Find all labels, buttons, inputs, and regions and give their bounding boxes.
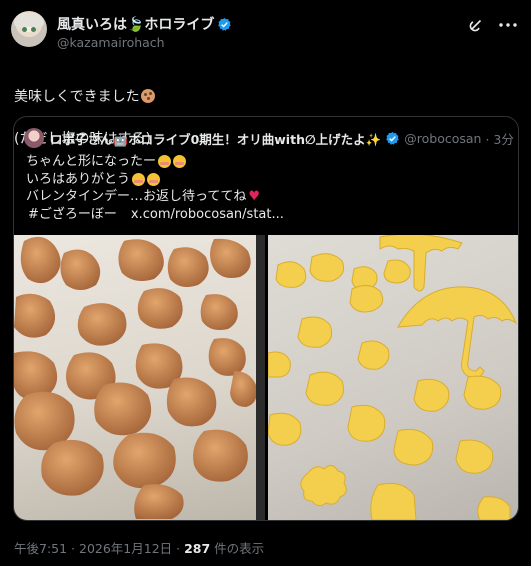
heart-icon: ♥ bbox=[248, 189, 261, 204]
blush-face-icon bbox=[173, 155, 187, 169]
tweet-timestamp[interactable]: 午後7:51 · 2026年1月12日 · bbox=[14, 541, 180, 556]
cookies-photo-baked[interactable] bbox=[14, 235, 265, 520]
view-count: 287 bbox=[184, 541, 211, 556]
quoted-tweet[interactable]: ロボ子さん🤖ホロライブ0期生！オリ曲with∅上げたよ✨ @robocosan … bbox=[13, 116, 519, 521]
view-label: 件の表示 bbox=[214, 541, 265, 556]
author-avatar[interactable] bbox=[11, 11, 47, 47]
quote-avatar[interactable] bbox=[24, 128, 44, 148]
quote-author-name[interactable]: ロボ子さん🤖ホロライブ0期生！オリ曲with∅上げたよ✨ bbox=[50, 129, 381, 148]
cookies-photo-unbaked[interactable] bbox=[268, 235, 518, 520]
quote-handle[interactable]: @robocosan bbox=[404, 131, 481, 146]
quote-hashtag[interactable]: #ござろーぼー bbox=[28, 206, 117, 224]
quote-line-1: ちゃんと形になったー bbox=[26, 154, 157, 169]
quote-media[interactable] bbox=[14, 235, 518, 520]
tweet-line-1: 美味しくできました bbox=[14, 89, 140, 105]
quote-header: ロボ子さん🤖ホロライブ0期生！オリ曲with∅上げたよ✨ @robocosan … bbox=[50, 129, 514, 148]
author-handle[interactable]: @kazamairohach bbox=[57, 35, 165, 50]
blush-face-icon bbox=[132, 172, 146, 186]
quote-time[interactable]: · 3分 bbox=[485, 129, 513, 148]
blush-face-icon bbox=[147, 172, 161, 186]
blush-face-icon bbox=[158, 155, 172, 169]
quote-line-3: バレンタインデー…お返し待っててね bbox=[26, 189, 247, 204]
author-name-row[interactable]: 風真いろは🍃ホロライブ bbox=[57, 14, 232, 34]
cookie-icon bbox=[140, 89, 155, 103]
verified-badge-icon bbox=[386, 131, 399, 145]
author-name[interactable]: 風真いろは🍃ホロライブ bbox=[57, 14, 214, 34]
tweet-footer: 午後7:51 · 2026年1月12日 · 287 件の表示 bbox=[14, 538, 264, 557]
grok-icon[interactable] bbox=[467, 16, 485, 34]
quote-text: ちゃんと形になったー いろはありがとう バレンタインデー…お返し待っててね ♥ #… bbox=[26, 153, 284, 223]
quote-line-2: いろはありがとう bbox=[26, 171, 131, 187]
quote-link[interactable]: x.com/robocosan/stat... bbox=[131, 206, 284, 224]
more-icon[interactable] bbox=[499, 16, 517, 34]
verified-badge-icon bbox=[218, 17, 232, 31]
